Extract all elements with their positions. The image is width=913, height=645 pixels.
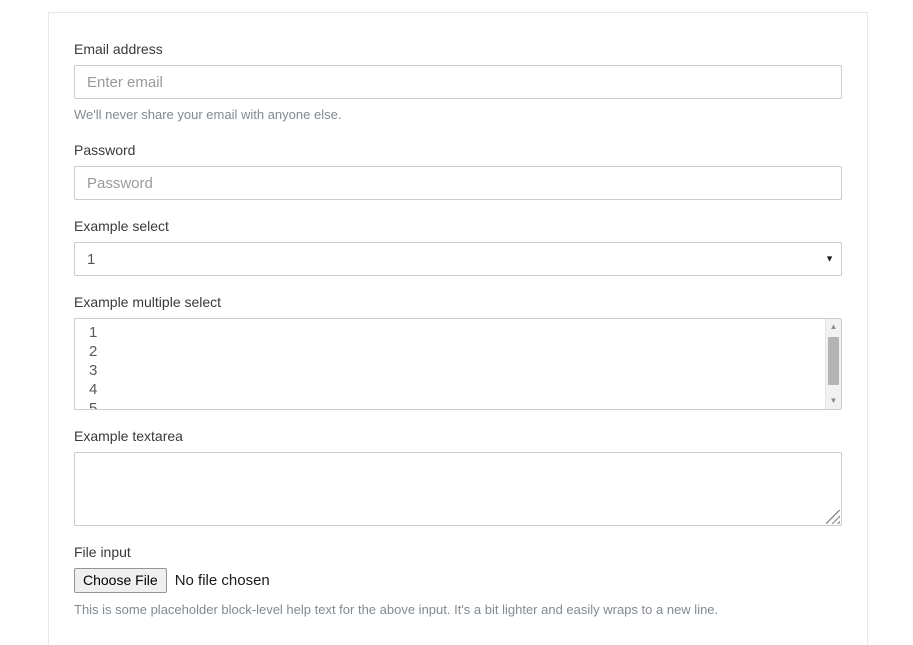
email-help-text: We'll never share your email with anyone… bbox=[74, 107, 342, 122]
list-item[interactable]: 3 bbox=[89, 361, 825, 380]
file-input-row: Choose File No file chosen bbox=[74, 568, 842, 593]
example-select-wrapper: 1 ▼ bbox=[74, 242, 842, 276]
form-group-file: File input Choose File No file chosen Th… bbox=[74, 542, 842, 619]
form-card: Email address We'll never share your ema… bbox=[48, 12, 868, 645]
form-group-multiple-select: Example multiple select 1 2 3 4 5 ▲ ▼ bbox=[74, 292, 842, 410]
listbox-scrollbar[interactable]: ▲ ▼ bbox=[825, 319, 841, 409]
email-label: Email address bbox=[74, 41, 163, 57]
password-label: Password bbox=[74, 142, 136, 158]
form-group-textarea: Example textarea bbox=[74, 426, 842, 526]
file-help-text: This is some placeholder block-level hel… bbox=[74, 602, 719, 617]
list-item[interactable]: 1 bbox=[89, 323, 825, 342]
scroll-down-button[interactable]: ▼ bbox=[826, 393, 841, 409]
example-select[interactable]: 1 bbox=[74, 242, 842, 276]
email-field[interactable] bbox=[74, 65, 842, 99]
example-select-value: 1 bbox=[87, 250, 96, 268]
chevron-down-icon: ▼ bbox=[825, 253, 834, 264]
list-item[interactable]: 4 bbox=[89, 380, 825, 399]
page-root: Email address We'll never share your ema… bbox=[0, 0, 913, 645]
example-multiple-select-label: Example multiple select bbox=[74, 294, 222, 310]
list-item[interactable]: 2 bbox=[89, 342, 825, 361]
example-textarea[interactable] bbox=[74, 452, 842, 526]
example-select-label: Example select bbox=[74, 218, 169, 234]
example-textarea-label: Example textarea bbox=[74, 428, 183, 444]
resize-handle-icon[interactable] bbox=[826, 510, 840, 524]
example-multiple-select[interactable]: 1 2 3 4 5 ▲ ▼ bbox=[74, 318, 842, 410]
file-status-text: No file chosen bbox=[174, 572, 270, 589]
caret-up-icon: ▲ bbox=[829, 322, 838, 331]
form-group-select: Example select 1 ▼ bbox=[74, 216, 842, 276]
choose-file-button[interactable]: Choose File bbox=[74, 568, 167, 593]
form-group-email: Email address We'll never share your ema… bbox=[74, 39, 842, 124]
password-field[interactable] bbox=[74, 166, 842, 200]
form-group-password: Password bbox=[74, 140, 842, 200]
file-input-label: File input bbox=[74, 544, 131, 560]
multiple-select-options: 1 2 3 4 5 bbox=[75, 319, 825, 409]
scrollbar-thumb[interactable] bbox=[828, 337, 839, 385]
caret-down-icon: ▼ bbox=[829, 396, 838, 405]
scroll-up-button[interactable]: ▲ bbox=[826, 319, 841, 335]
list-item[interactable]: 5 bbox=[89, 399, 825, 409]
